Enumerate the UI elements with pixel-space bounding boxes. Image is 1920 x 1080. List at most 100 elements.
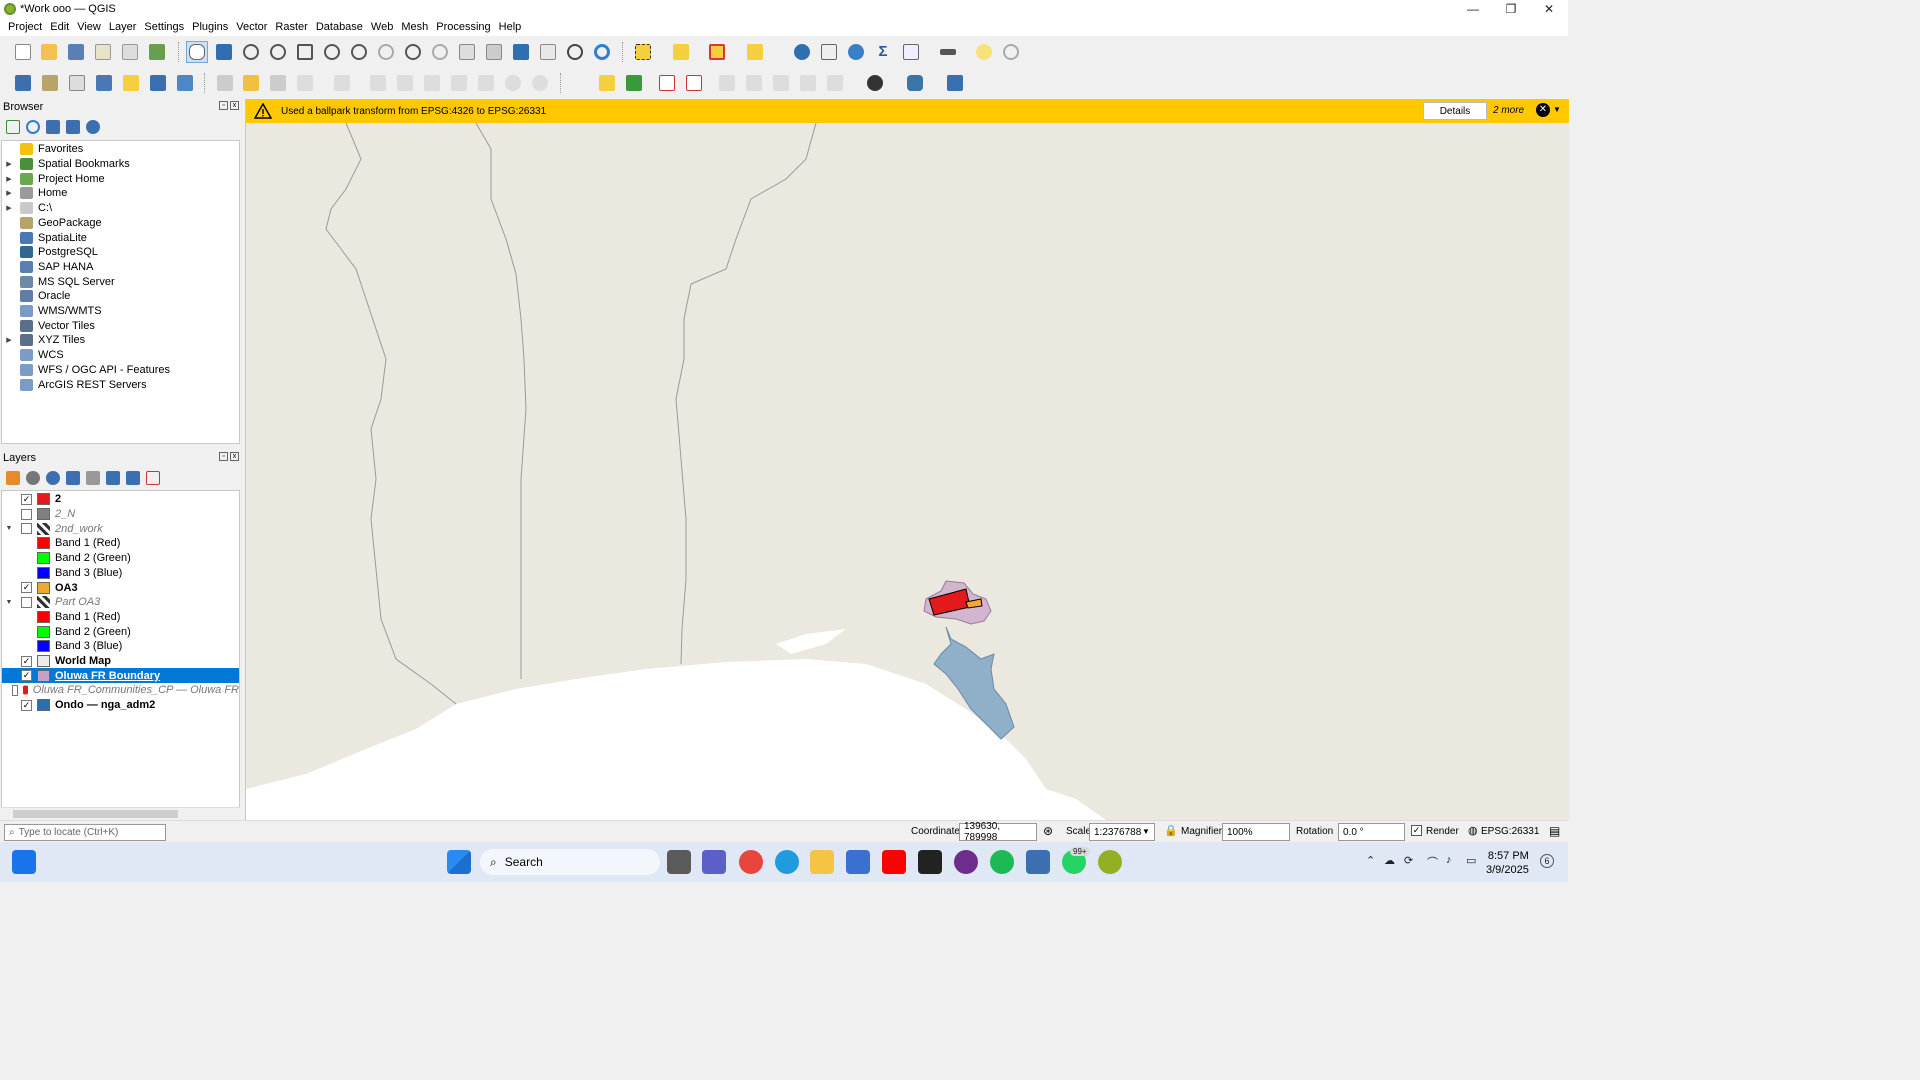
menu-settings[interactable]: Settings (140, 21, 188, 33)
rotation-field[interactable]: 0.0 ° (1338, 823, 1405, 841)
more-messages-label[interactable]: 2 more (1493, 105, 1524, 116)
vertex-tool-icon[interactable] (331, 72, 353, 94)
browser-item[interactable]: PostgreSQL (2, 245, 239, 260)
filter-legend-icon[interactable] (66, 471, 80, 485)
metasearch-icon[interactable] (864, 72, 886, 94)
render-checkbox[interactable]: ✓ (1411, 825, 1422, 836)
toggle-editing-icon[interactable] (240, 72, 262, 94)
layers-tree[interactable]: ✓ 2 2_N ▼ 2nd_work Band 1 (Red) Band 2 (Green)… (1, 490, 240, 820)
chevron-down-icon[interactable]: ▼ (1553, 105, 1561, 114)
close-message-icon[interactable]: ✕ (1536, 103, 1550, 117)
teams-icon[interactable] (702, 850, 726, 874)
label-properties-icon[interactable] (824, 72, 846, 94)
expand-arrow-icon[interactable]: ▶ (2, 189, 16, 197)
qgis-search-icon[interactable] (1026, 850, 1050, 874)
new-project-icon[interactable] (12, 41, 34, 63)
widgets-icon[interactable] (12, 850, 36, 874)
save-project-icon[interactable] (65, 41, 87, 63)
label-toolbar-icon[interactable] (596, 72, 618, 94)
layer-row[interactable]: ▼ Part OA3 (2, 595, 239, 610)
zoom-last-icon[interactable] (402, 41, 424, 63)
select-features-icon[interactable] (632, 41, 654, 63)
python-console-icon[interactable] (904, 72, 926, 94)
browser-item[interactable]: WFS / OGC API - Features (2, 363, 239, 378)
browser-item[interactable]: Vector Tiles (2, 318, 239, 333)
temporal-controller-icon[interactable] (564, 41, 586, 63)
minimize-button[interactable]: — (1454, 0, 1492, 18)
menu-vector[interactable]: Vector (232, 21, 271, 33)
layer-visibility-checkbox[interactable]: ✓ (21, 699, 32, 711)
menu-layer[interactable]: Layer (105, 21, 141, 33)
expand-all-icon[interactable] (106, 471, 120, 485)
highlight-pinned-labels-icon[interactable] (656, 72, 678, 94)
layer-row[interactable]: ✓ 2 (2, 492, 239, 507)
expand-arrow-icon[interactable]: ▼ (2, 599, 16, 606)
layer-row[interactable]: ▼ 2nd_work (2, 521, 239, 536)
expand-arrow-icon[interactable]: ▶ (2, 160, 16, 168)
zoom-selection-icon[interactable] (321, 41, 343, 63)
cut-features-icon[interactable] (421, 72, 443, 94)
open-project-icon[interactable] (38, 41, 60, 63)
collapse-all-icon[interactable] (66, 120, 80, 134)
details-button[interactable]: Details (1423, 102, 1487, 120)
browser-item[interactable]: ▶ Project Home (2, 171, 239, 186)
file-explorer-icon[interactable] (810, 850, 834, 874)
digitize-icon[interactable] (294, 72, 316, 94)
filter-browser-icon[interactable] (46, 120, 60, 134)
filter-by-expression-icon[interactable] (86, 471, 100, 485)
layer-row[interactable]: ✓ World Map (2, 654, 239, 669)
map-tips-icon[interactable] (973, 41, 995, 63)
undo-icon[interactable] (502, 72, 524, 94)
browser-item[interactable]: ArcGIS REST Servers (2, 377, 239, 392)
new-bookmark-icon[interactable] (510, 41, 532, 63)
browser-item[interactable]: SAP HANA (2, 260, 239, 275)
chrome-icon[interactable] (739, 850, 763, 874)
notifications-count[interactable]: 6 (1540, 854, 1554, 868)
new-3d-view-icon[interactable] (483, 41, 505, 63)
layer-row[interactable]: Band 2 (Green) (2, 551, 239, 566)
cloud-icon[interactable]: ☁ (1384, 854, 1395, 867)
browser-item[interactable]: ▶ Home (2, 186, 239, 201)
manage-map-themes-icon[interactable] (46, 471, 60, 485)
browser-item[interactable]: Oracle (2, 289, 239, 304)
change-label-icon[interactable] (797, 72, 819, 94)
layer-visibility-checkbox[interactable] (21, 523, 32, 535)
menu-raster[interactable]: Raster (271, 21, 311, 33)
app-icon[interactable] (918, 850, 942, 874)
layers-scrollbar[interactable] (1, 807, 240, 820)
layer-visibility-checkbox[interactable]: ✓ (21, 493, 32, 505)
browser-tree[interactable]: Favorites ▶ Spatial Bookmarks ▶ Project Home… (1, 140, 240, 444)
refresh-icon[interactable] (591, 41, 613, 63)
current-edits-icon[interactable] (214, 72, 236, 94)
battery-icon[interactable]: ▭ (1466, 854, 1476, 867)
layer-row[interactable]: ✓ Ondo — nga_adm2 (2, 698, 239, 713)
add-group-icon[interactable] (26, 471, 40, 485)
zoom-out-icon[interactable] (267, 41, 289, 63)
browser-item[interactable]: ▶ Spatial Bookmarks (2, 157, 239, 172)
close-layers-panel-icon[interactable]: x (230, 452, 239, 461)
expand-arrow-icon[interactable]: ▶ (2, 204, 16, 212)
layer-row[interactable]: Band 1 (Red) (2, 610, 239, 625)
browser-item[interactable]: Favorites (2, 142, 239, 157)
rotate-label-icon[interactable] (770, 72, 792, 94)
locator-search-input[interactable]: ⌕ Type to locate (Ctrl+K) (4, 824, 166, 841)
add-virtual-layer-icon[interactable] (174, 72, 196, 94)
new-shapefile-icon[interactable] (66, 72, 88, 94)
store-icon[interactable] (846, 850, 870, 874)
toggle-extents-icon[interactable]: ⊛ (1043, 824, 1053, 838)
float-layers-panel-icon[interactable]: ▫ (219, 452, 228, 461)
layer-visibility-checkbox[interactable]: ✓ (21, 670, 32, 682)
layer-visibility-checkbox[interactable]: ✓ (21, 655, 32, 667)
crs-button[interactable]: EPSG:26331 (1481, 826, 1539, 837)
properties-icon[interactable] (86, 120, 100, 134)
menu-view[interactable]: View (73, 21, 105, 33)
identify-features-icon[interactable] (791, 41, 813, 63)
field-calculator-icon[interactable] (900, 41, 922, 63)
app-purple-icon[interactable] (954, 850, 978, 874)
menu-web[interactable]: Web (367, 21, 397, 33)
menu-database[interactable]: Database (312, 21, 367, 33)
delete-selected-icon[interactable] (394, 72, 416, 94)
coordinate-field[interactable]: 139630, 789998 (959, 821, 1037, 843)
expand-arrow-icon[interactable]: ▼ (2, 525, 16, 532)
taskbar-search[interactable]: ⌕ Search (480, 849, 660, 875)
